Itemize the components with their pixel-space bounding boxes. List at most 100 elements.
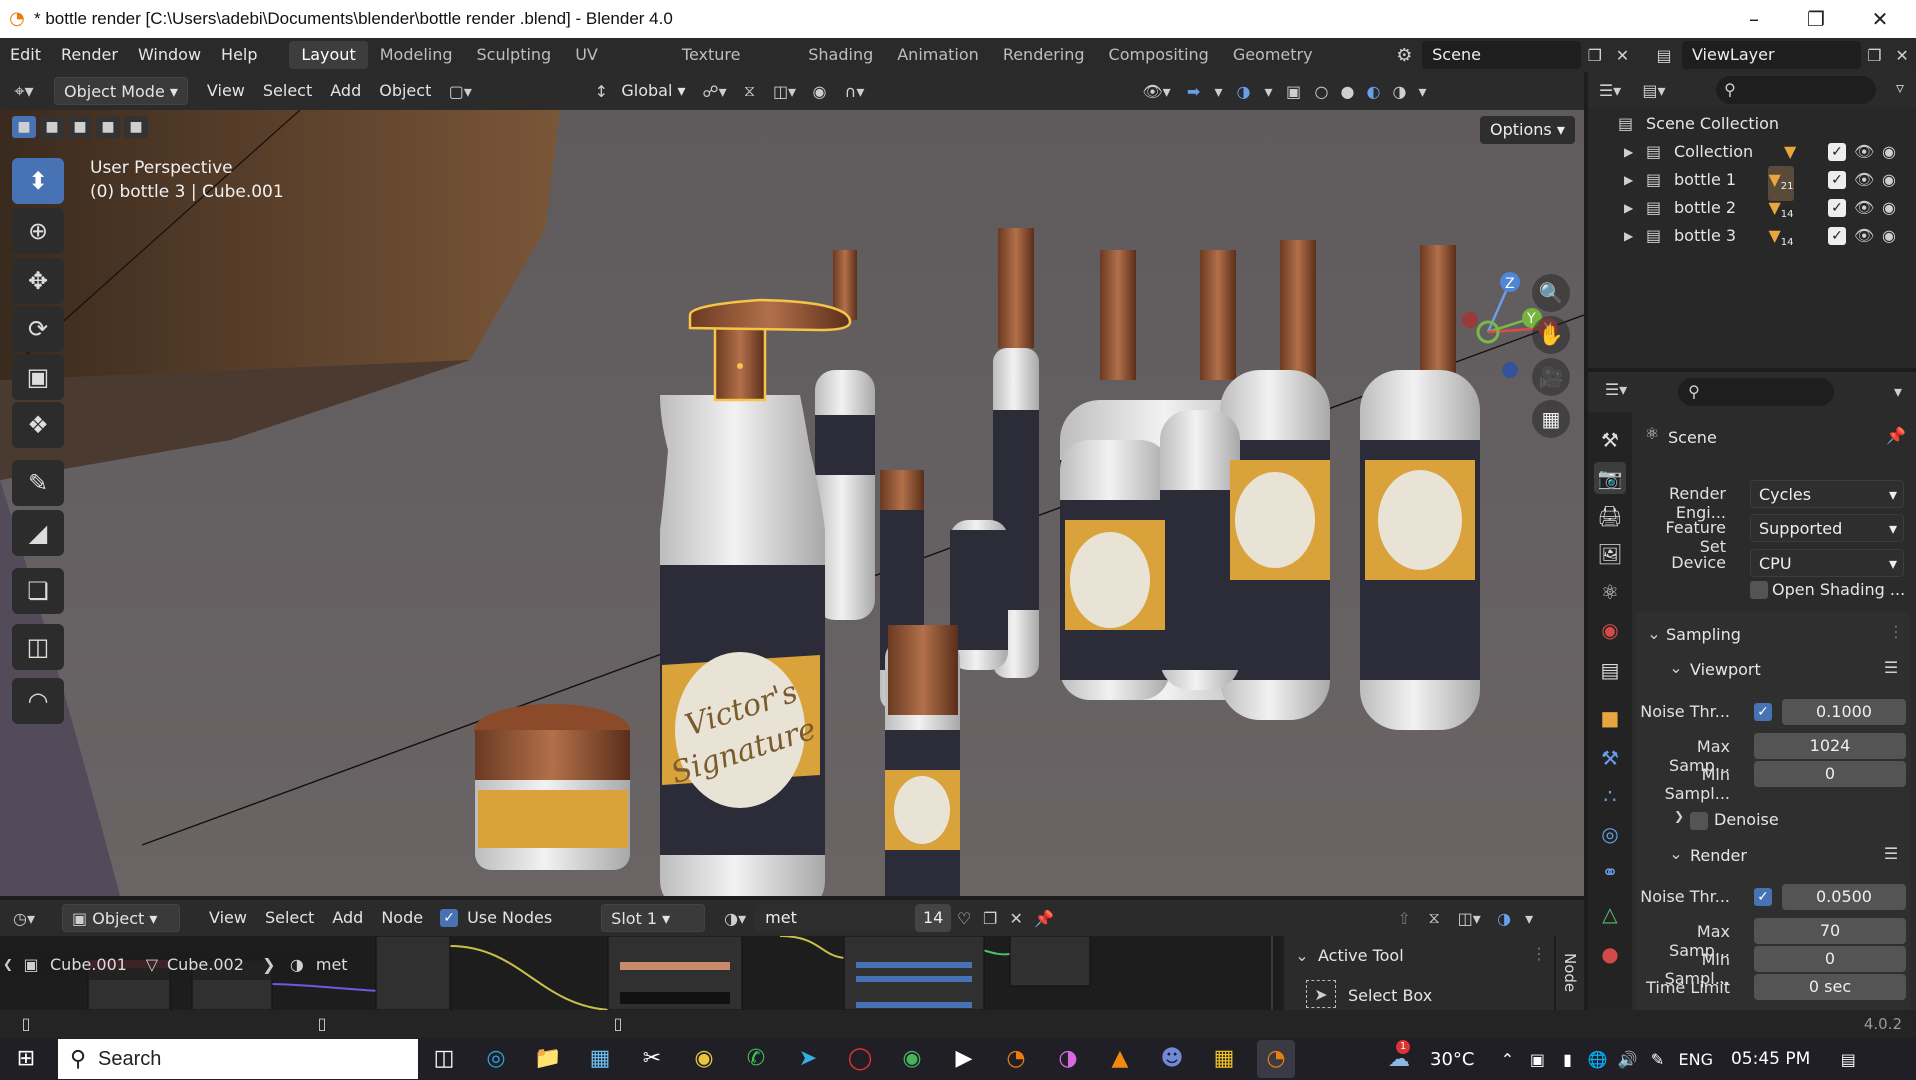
tab-geometry-nodes[interactable]: Geometry Nodes bbox=[1221, 41, 1379, 92]
minimize-button[interactable]: – bbox=[1726, 0, 1782, 38]
open-shading-checkbox[interactable] bbox=[1750, 581, 1768, 599]
discord-icon[interactable]: ☻ bbox=[1153, 1040, 1191, 1078]
pan-hand-icon[interactable]: ✋ bbox=[1532, 316, 1570, 354]
select-subtract-icon[interactable]: ■ bbox=[68, 116, 92, 138]
modifier-tab-icon[interactable]: ⚒ bbox=[1594, 742, 1626, 774]
snipping-tool-icon[interactable]: ✂ bbox=[633, 1040, 671, 1078]
overlay-icon[interactable]: ◑ bbox=[1229, 82, 1259, 101]
node-editor-canvas[interactable]: ❮ ▣ Cube.001 ▽ Cube.002 ❯ ◑ met ⌄ Active… bbox=[0, 936, 1584, 1010]
tab-modeling[interactable]: Modeling bbox=[368, 41, 465, 69]
material-tab-icon[interactable]: ● bbox=[1594, 938, 1626, 970]
use-nodes-label[interactable]: Use Nodes bbox=[458, 904, 561, 932]
viewlayer-field[interactable]: ViewLayer bbox=[1681, 41, 1861, 69]
node-menu-select[interactable]: Select bbox=[256, 904, 323, 932]
exclude-checkbox[interactable]: ✓ bbox=[1828, 227, 1846, 245]
camera-render-icon[interactable]: ◉ bbox=[1882, 166, 1896, 194]
viewlayer-selector-icon[interactable]: ▤ bbox=[1646, 46, 1682, 65]
use-nodes-checkbox[interactable]: ✓ bbox=[440, 909, 459, 927]
annotate-tool-icon[interactable]: ✎ bbox=[12, 460, 64, 506]
notifications-icon[interactable]: ▤ bbox=[1828, 1050, 1868, 1069]
properties-options-icon[interactable]: ▾ bbox=[1888, 382, 1908, 401]
falloff-icon[interactable]: ∩▾ bbox=[835, 82, 875, 101]
pin-icon[interactable]: 📌 bbox=[1886, 426, 1906, 445]
app-grid-icon[interactable]: ▦ bbox=[1205, 1040, 1243, 1078]
active-tool-collapse-icon[interactable]: ⌄ bbox=[1294, 946, 1310, 965]
zoom-icon[interactable]: 🔍 bbox=[1532, 274, 1570, 312]
scene-field[interactable]: Scene bbox=[1422, 41, 1581, 69]
tool-tab-icon[interactable]: ⚒ bbox=[1594, 424, 1626, 456]
slot-dropdown[interactable]: Slot 1 ▾ bbox=[601, 904, 706, 932]
start-windows-icon[interactable]: ⊞ bbox=[7, 1040, 45, 1078]
eye-icon[interactable]: 👁 bbox=[1854, 138, 1874, 166]
new-viewlayer-icon[interactable]: ❐ bbox=[1861, 46, 1889, 65]
menu-help[interactable]: Help bbox=[211, 38, 267, 72]
time-limit-field[interactable]: 0 sec bbox=[1754, 974, 1906, 1000]
close-button[interactable]: ✕ bbox=[1852, 0, 1908, 38]
render-min-samples-field[interactable]: 0 bbox=[1754, 946, 1906, 972]
expand-arrow-icon[interactable]: ▶ bbox=[1624, 222, 1633, 250]
tray-chevron-icon[interactable]: ⌃ bbox=[1492, 1050, 1522, 1069]
tab-animation[interactable]: Animation bbox=[885, 41, 991, 69]
material-name-field[interactable]: met bbox=[755, 904, 916, 932]
wireframe-shading-icon[interactable]: ○ bbox=[1309, 82, 1335, 101]
render-max-samples-field[interactable]: 70 bbox=[1754, 918, 1906, 944]
mode-dropdown[interactable]: Object Mode ▾ bbox=[54, 77, 188, 105]
properties-editor-type-icon[interactable]: ☰▾ bbox=[1596, 380, 1636, 399]
display-mode-icon[interactable]: ▤▾ bbox=[1632, 81, 1676, 100]
eye-icon[interactable]: 👁 bbox=[1854, 222, 1874, 250]
preset-list-icon[interactable]: ☰ bbox=[1880, 844, 1902, 863]
menu-render[interactable]: Render bbox=[51, 38, 128, 72]
render-noise-threshold-checkbox[interactable]: ✓ bbox=[1754, 888, 1772, 906]
file-explorer-icon[interactable]: 📁 bbox=[529, 1040, 567, 1078]
node-menu-view[interactable]: View bbox=[200, 904, 256, 932]
render-subheader[interactable]: Render bbox=[1690, 846, 1747, 865]
filter-icon[interactable]: ▿ bbox=[1888, 78, 1912, 97]
vp-noise-threshold-checkbox[interactable]: ✓ bbox=[1754, 703, 1772, 721]
outliner-item-bottle-1[interactable]: ▶ ▤ bottle 1 ▼21 ✓ 👁 ◉ bbox=[1588, 166, 1916, 202]
clock[interactable]: 05:45 PM bbox=[1731, 1049, 1810, 1069]
node-snap-icon[interactable]: ⧖ bbox=[1419, 908, 1449, 928]
eye-icon[interactable]: 👁 bbox=[1854, 194, 1874, 222]
outliner-item-collection[interactable]: ▶ ▤ Collection ▼ ✓ 👁 ◉ bbox=[1588, 138, 1916, 166]
data-tab-icon[interactable]: △ bbox=[1594, 898, 1626, 930]
node-menu-add[interactable]: Add bbox=[323, 904, 372, 932]
node-snap-target-icon[interactable]: ◫▾ bbox=[1449, 909, 1489, 928]
gizmo-dropdown-icon[interactable]: ▾ bbox=[1209, 82, 1229, 101]
perspective-toggle-icon[interactable]: ▦ bbox=[1532, 400, 1570, 438]
world-tab-icon[interactable]: ◉ bbox=[1594, 614, 1626, 646]
unlink-material-icon[interactable]: ✕ bbox=[1003, 909, 1029, 928]
viewport-menu-object[interactable]: Object bbox=[370, 77, 440, 105]
select-box-tool-icon[interactable]: ⬍ bbox=[12, 158, 64, 204]
taskbar-search-box[interactable]: ⚲ Search bbox=[58, 1039, 418, 1079]
chrome-alt-icon[interactable]: ◉ bbox=[893, 1040, 931, 1078]
scale-tool-icon[interactable]: ▣ bbox=[12, 354, 64, 400]
particles-tab-icon[interactable]: ∴ bbox=[1594, 780, 1626, 812]
material-browse-icon[interactable]: ◑▾ bbox=[715, 909, 755, 928]
output-tab-icon[interactable]: 🖨 bbox=[1594, 500, 1626, 532]
rotate-tool-icon[interactable]: ⟳ bbox=[12, 306, 64, 352]
feature-set-dropdown[interactable]: Supported ▾ bbox=[1750, 514, 1904, 542]
view-layer-tab-icon[interactable]: 🖼 bbox=[1594, 538, 1626, 570]
preset-list-icon[interactable]: ☰ bbox=[1880, 658, 1902, 677]
delete-viewlayer-icon[interactable]: ✕ bbox=[1888, 46, 1916, 65]
store-icon[interactable]: ▦ bbox=[581, 1040, 619, 1078]
tab-sculpting[interactable]: Sculpting bbox=[465, 41, 564, 69]
editor-type-icon[interactable]: ⌖▾ bbox=[0, 81, 48, 102]
rendered-shading-icon[interactable]: ◑ bbox=[1387, 82, 1413, 101]
render-collapse-icon[interactable]: ⌄ bbox=[1668, 844, 1684, 863]
node-menu-node[interactable]: Node bbox=[372, 904, 432, 932]
battery-icon[interactable]: ▮ bbox=[1552, 1050, 1582, 1069]
drag-handle-icon[interactable]: ⋮ bbox=[1886, 622, 1906, 641]
breadcrumb-object[interactable]: Cube.001 bbox=[50, 955, 127, 974]
select-intersect-icon[interactable]: ■ bbox=[124, 116, 148, 138]
menu-window[interactable]: Window bbox=[128, 38, 211, 72]
material-users-count[interactable]: 14 bbox=[915, 904, 952, 932]
duplicate-material-icon[interactable]: ❐ bbox=[977, 909, 1003, 928]
breadcrumb-mesh[interactable]: Cube.002 bbox=[167, 955, 244, 974]
whatsapp-icon[interactable]: ✆ bbox=[737, 1040, 775, 1078]
vp-min-samples-field[interactable]: 0 bbox=[1754, 761, 1906, 787]
tab-texture-paint[interactable]: Texture Paint bbox=[670, 41, 796, 92]
select-new-icon[interactable]: ■ bbox=[12, 116, 36, 138]
media-player-icon[interactable]: ▶ bbox=[945, 1040, 983, 1078]
outliner-search-input[interactable] bbox=[1716, 76, 1876, 104]
